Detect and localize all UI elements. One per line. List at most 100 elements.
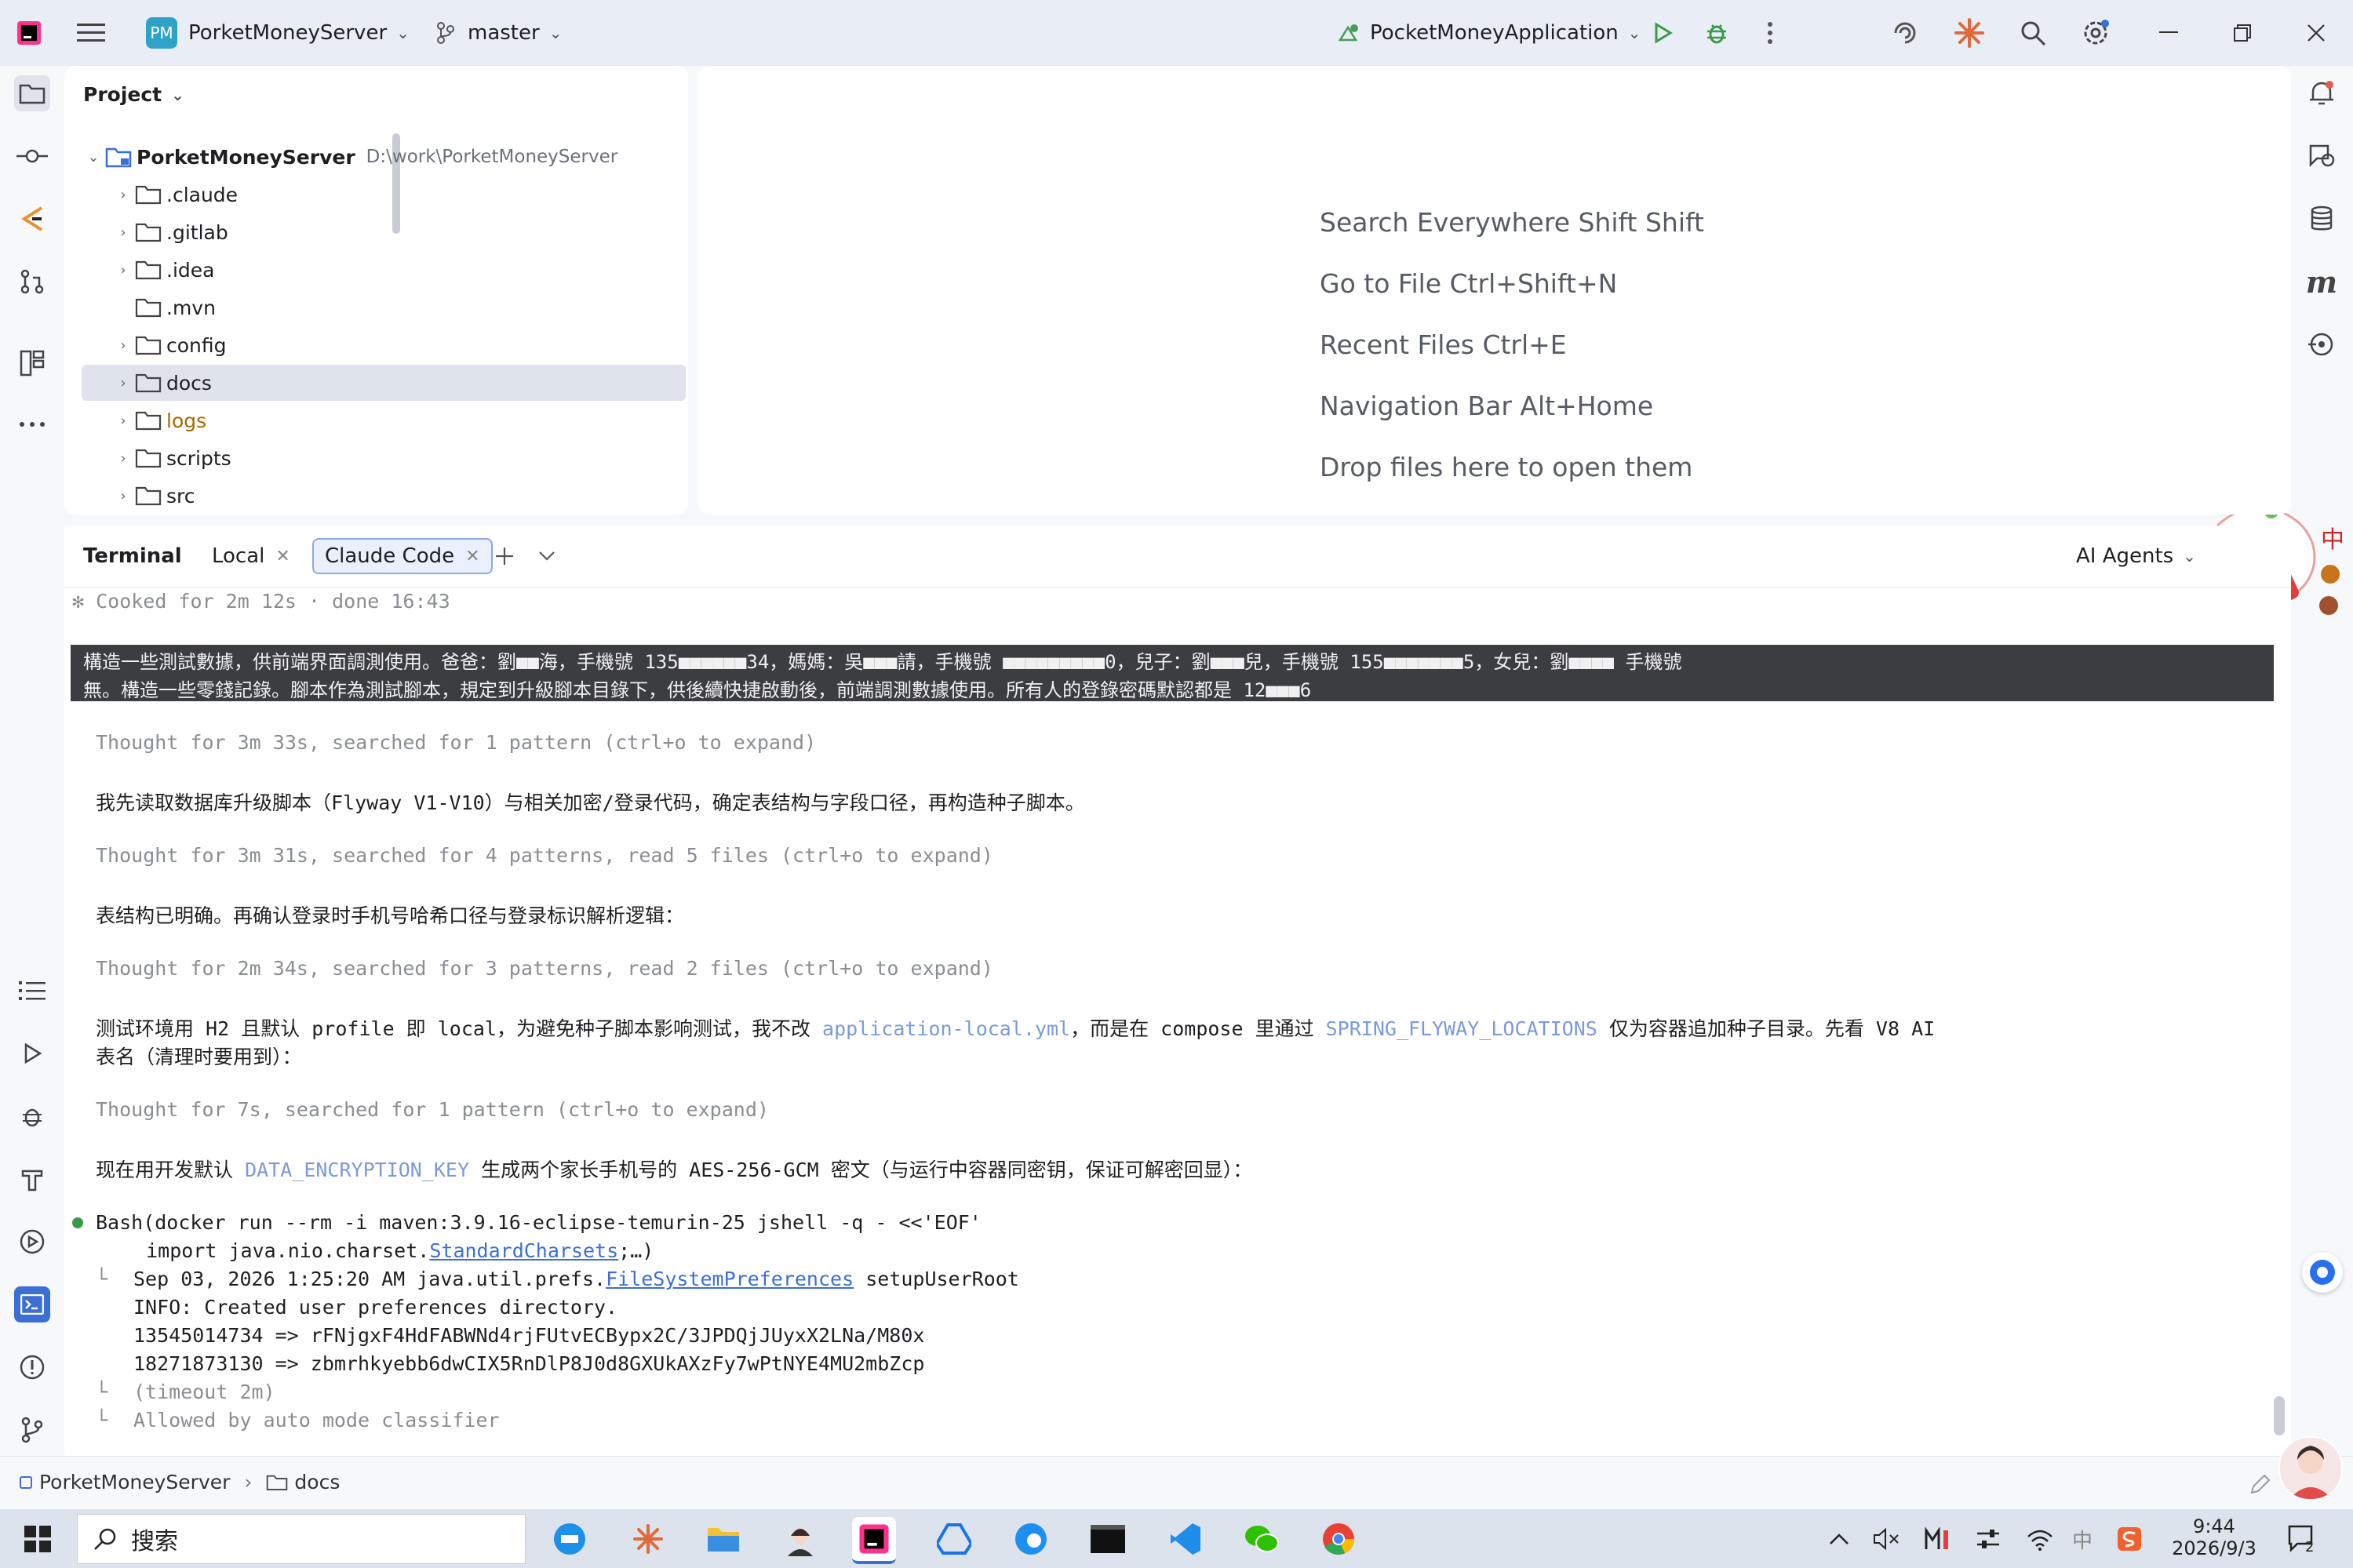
vscode-icon[interactable] [1163, 1517, 1207, 1561]
git-icon[interactable] [14, 1412, 50, 1448]
taskbar-clock[interactable]: 9:44 2026/9/3 [2159, 1514, 2269, 1564]
structure-icon[interactable] [14, 345, 50, 381]
edit-pencil-icon[interactable] [2249, 1474, 2271, 1496]
terminal-app-icon[interactable] [1086, 1517, 1130, 1561]
volume-muted-icon[interactable] [1864, 1517, 1908, 1561]
run-icon[interactable] [1651, 0, 1674, 66]
terminal-tool-icon[interactable] [14, 1286, 50, 1322]
status-bar: PorketMoneyServer › docs [0, 1436, 2353, 1510]
output-line: (timeout 2m) [133, 1381, 275, 1403]
chrome-icon[interactable] [1317, 1517, 1360, 1561]
branch-selector[interactable]: master ⌄ [436, 0, 562, 66]
env-var-link[interactable]: DATA_ENCRYPTION_KEY [245, 1159, 469, 1181]
chevron-down-icon[interactable] [538, 526, 555, 587]
breadcrumb-project[interactable]: PorketMoneyServer [39, 1471, 230, 1493]
drive-app-icon[interactable] [932, 1517, 976, 1561]
tree-item-config[interactable]: › config [111, 327, 716, 363]
project-panel-header[interactable]: Project ⌄ [83, 83, 184, 106]
claude-app-icon[interactable] [626, 1517, 670, 1561]
hamburger-menu-icon[interactable] [77, 0, 105, 66]
hint-recent-files: Recent Files Ctrl+E [1320, 329, 1567, 360]
tab-claude-code[interactable]: Claude Code ✕ [312, 526, 493, 587]
terminal-scrollbar[interactable] [2274, 1396, 2285, 1435]
kotlin-notebook-icon[interactable] [14, 201, 50, 237]
taskbar-search-box[interactable]: 搜索 [77, 1514, 526, 1564]
tree-item-docs[interactable]: › docs [82, 365, 686, 401]
tree-item-logs[interactable]: › logs [111, 402, 716, 438]
floating-assistant-icon[interactable] [2302, 1252, 2343, 1293]
windows-start-icon[interactable] [16, 1517, 60, 1561]
project-selector[interactable]: PM PorketMoneyServer ⌄ [146, 0, 410, 66]
run-config-selector[interactable]: PocketMoneyApplication ⌄ [1337, 0, 1641, 66]
wifi-icon[interactable] [2018, 1517, 2062, 1561]
pull-requests-icon[interactable] [14, 264, 50, 300]
ai-assistant-icon[interactable] [1891, 0, 1919, 66]
tab-local[interactable]: Local ✕ [212, 526, 290, 587]
tree-item-idea[interactable]: › .idea [111, 252, 716, 288]
debug-icon[interactable] [1704, 0, 1729, 66]
ai-agents-label: AI Agents [2076, 544, 2174, 568]
more-vertical-icon[interactable] [1767, 0, 1773, 66]
tree-item-gitlab[interactable]: › .gitlab [111, 214, 716, 250]
add-tab-icon[interactable] [494, 526, 515, 587]
avatar[interactable] [2278, 1436, 2343, 1501]
tree-item-mvn[interactable]: .mvn [111, 289, 716, 326]
tree-item-label: src [166, 484, 195, 508]
problems-icon[interactable] [14, 1349, 50, 1385]
maven-icon[interactable]: m [2304, 264, 2340, 300]
thought-line: Thought for 3m 33s, searched for 1 patte… [96, 731, 817, 754]
docker-icon[interactable] [548, 1517, 592, 1561]
project-tool-icon[interactable] [14, 75, 50, 111]
more-horizontal-icon[interactable] [14, 406, 50, 442]
editor-empty-state: Search Everywhere Shift Shift Go to File… [698, 66, 2291, 515]
tree-item-scripts[interactable]: › scripts [111, 440, 716, 476]
notifications-icon[interactable] [2304, 75, 2340, 111]
tree-root[interactable]: ⌄ PorketMoneyServer D:\work\PorketMoneyS… [82, 139, 686, 175]
file-explorer-icon[interactable] [701, 1517, 745, 1561]
avatar-app-icon[interactable] [778, 1517, 822, 1561]
restore-icon[interactable] [2233, 0, 2252, 66]
ime-chinese-icon[interactable]: 中 [2060, 1517, 2104, 1561]
intellij-taskbar-icon[interactable] [852, 1517, 896, 1564]
tree-item-src[interactable]: › src [111, 478, 716, 514]
database-icon[interactable] [2304, 201, 2340, 237]
module-icon [19, 1475, 33, 1490]
chevron-up-icon[interactable] [1817, 1517, 1861, 1561]
env-var-link[interactable]: SPRING_FLYWAY_LOCATIONS [1326, 1017, 1597, 1040]
close-icon[interactable]: ✕ [465, 547, 479, 566]
folder-icon [135, 185, 162, 205]
tab-label: Claude Code [325, 544, 455, 568]
minimize-icon[interactable] [2159, 0, 2178, 66]
services-icon[interactable] [14, 1224, 50, 1260]
claude-icon[interactable] [1954, 0, 1985, 66]
close-icon[interactable] [2307, 0, 2326, 66]
ai-agents-dropdown[interactable]: AI Agents ⌄ [2076, 526, 2196, 587]
wechat-icon[interactable] [1240, 1517, 1284, 1561]
toggle-settings-icon[interactable] [1966, 1517, 2010, 1561]
settings-icon[interactable] [2081, 0, 2111, 66]
sogou-icon[interactable] [2107, 1517, 2151, 1561]
clock-date: 2026/9/3 [2172, 1537, 2256, 1559]
edge-browser-icon[interactable] [1009, 1517, 1053, 1561]
class-link[interactable]: StandardCharsets [429, 1239, 618, 1262]
tree-item-claude[interactable]: › .claude [111, 176, 716, 213]
commit-icon[interactable] [14, 138, 50, 174]
tree-item-label: config [166, 333, 227, 357]
intellij-logo-icon[interactable] [16, 0, 42, 66]
folder-icon [135, 411, 162, 431]
debug-tool-icon[interactable] [14, 1098, 50, 1134]
notification-center-icon[interactable]: 2 [2282, 1517, 2326, 1561]
project-panel-title: Project [83, 83, 162, 106]
ai-chat-icon[interactable] [2304, 138, 2340, 174]
class-link[interactable]: FileSystemPreferences [606, 1268, 854, 1290]
breadcrumb-folder[interactable]: docs [294, 1471, 340, 1493]
close-icon[interactable]: ✕ [275, 547, 290, 566]
input-method-icon[interactable] [1916, 1517, 1960, 1561]
endpoints-icon[interactable] [2304, 326, 2340, 362]
todo-list-icon[interactable] [14, 973, 50, 1009]
build-icon[interactable] [14, 1161, 50, 1197]
file-link[interactable]: application-local.yml [822, 1017, 1070, 1040]
run-tool-icon[interactable] [14, 1035, 50, 1071]
search-icon[interactable] [2020, 0, 2046, 66]
terminal-panel: Terminal Local ✕ Claude Code ✕ AI Agents… [64, 526, 2291, 1456]
